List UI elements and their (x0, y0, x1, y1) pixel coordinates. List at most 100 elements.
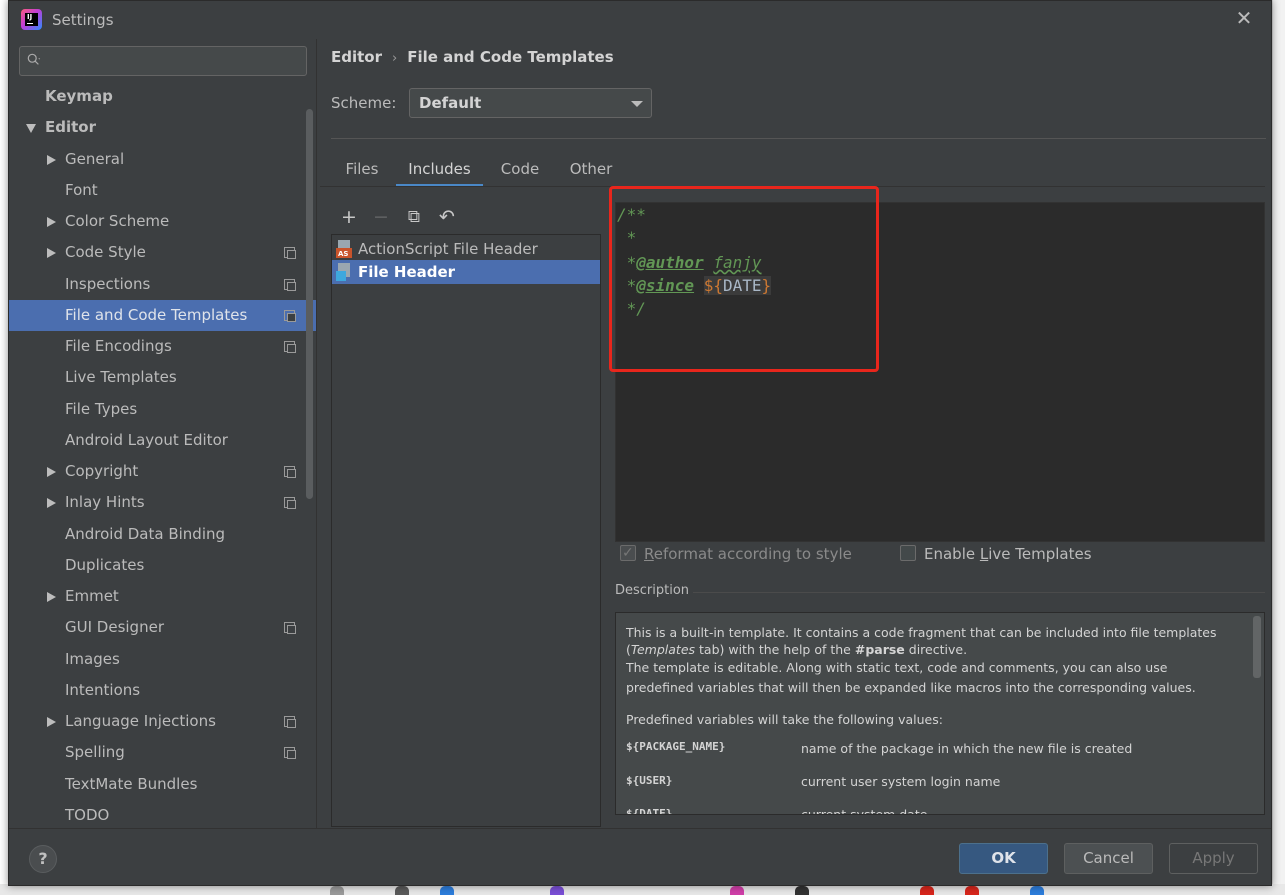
sidebar-item-android-layout-editor[interactable]: Android Layout Editor (9, 425, 316, 456)
taskbar-icon (440, 886, 454, 895)
sidebar-item-font[interactable]: Font (9, 175, 316, 206)
chevron-right-icon[interactable] (47, 592, 56, 602)
breadcrumb-parent[interactable]: Editor (331, 48, 382, 66)
sidebar-item-textmate-bundles[interactable]: TextMate Bundles (9, 769, 316, 800)
sidebar-item-intentions[interactable]: Intentions (9, 675, 316, 706)
description-text: The template is editable. Along with sta… (626, 660, 1168, 675)
apply-button[interactable]: Apply (1169, 843, 1258, 874)
code-line: *@since ${DATE} (617, 276, 772, 295)
sidebar-item-file-encodings[interactable]: File Encodings (9, 331, 316, 362)
ok-button[interactable]: OK (959, 843, 1048, 874)
project-scope-icon (284, 622, 296, 635)
chevron-down-icon[interactable] (26, 124, 36, 134)
template-variable: DATE (722, 276, 762, 295)
sidebar-item-editor[interactable]: Editor (9, 112, 316, 143)
list-item[interactable]: AS ActionScript File Header (332, 237, 600, 261)
sidebar-item-live-templates[interactable]: Live Templates (9, 362, 316, 393)
template-list: AS ActionScript File Header File Header (331, 234, 601, 827)
sidebar-item-language-injections[interactable]: Language Injections (9, 706, 316, 737)
chevron-right-icon[interactable] (47, 467, 56, 477)
template-label: File Header (358, 263, 456, 281)
chevron-right-icon[interactable] (47, 248, 56, 259)
separator (331, 138, 1266, 139)
sidebar-item-label: TextMate Bundles (65, 774, 198, 793)
project-scope-icon (284, 466, 296, 478)
tab-other[interactable]: Other (560, 155, 622, 187)
sidebar-item-label: Live Templates (65, 368, 177, 387)
variable-name: ${USER} (626, 774, 673, 787)
sidebar-item-file-types[interactable]: File Types (9, 394, 316, 425)
sidebar-item-inspections[interactable]: Inspections (9, 269, 316, 300)
variable-name: ${DATE} (626, 807, 673, 815)
reformat-label: Reformat according to style (644, 545, 852, 563)
sidebar-item-label: TODO (65, 805, 110, 824)
sidebar-item-code-style[interactable]: Code Style (9, 237, 316, 268)
sidebar-item-duplicates[interactable]: Duplicates (9, 550, 316, 581)
remove-icon[interactable]: − (368, 203, 394, 231)
sidebar-item-inlay-hints[interactable]: Inlay Hints (9, 487, 316, 518)
sidebar-item-android-data-binding[interactable]: Android Data Binding (9, 519, 316, 550)
variable-name: ${PACKAGE_NAME} (626, 740, 726, 753)
sidebar-item-label: Spelling (65, 743, 125, 762)
sidebar-item-label: File Types (65, 399, 138, 418)
taskbar-icon (1030, 886, 1044, 895)
sidebar-item-label: Duplicates (65, 555, 145, 574)
tab-code[interactable]: Code (493, 155, 547, 187)
sidebar-item-keymap[interactable]: Keymap (9, 81, 316, 112)
sidebar-item-label: Android Layout Editor (65, 430, 228, 449)
checkbox-unchecked-icon (900, 545, 916, 561)
taskbar-icon (550, 886, 564, 895)
sidebar-item-label: Emmet (65, 587, 119, 605)
actionscript-file-icon: AS (336, 240, 352, 258)
sidebar-item-label: Keymap (45, 87, 113, 105)
sidebar-item-spelling[interactable]: Spelling (9, 737, 316, 768)
sidebar-item-label: GUI Designer (65, 618, 164, 637)
scheme-value: Default (419, 94, 482, 112)
reset-icon[interactable]: ↶ (434, 203, 460, 231)
project-scope-icon (284, 309, 296, 322)
svg-text:AS: AS (338, 250, 348, 258)
copy-icon[interactable]: ⧉ (401, 203, 427, 231)
description-text: predefined variables that will then be e… (626, 680, 1196, 695)
sidebar-item-images[interactable]: Images (9, 644, 316, 675)
tree-scrollbar[interactable] (306, 109, 313, 499)
tab-includes[interactable]: Includes (396, 155, 483, 187)
project-scope-icon (284, 716, 296, 728)
sidebar-item-label: Color Scheme (65, 212, 170, 230)
add-icon[interactable]: + (336, 203, 362, 231)
sidebar-item-emmet[interactable]: Emmet (9, 581, 316, 612)
list-item[interactable]: File Header (332, 260, 600, 284)
intellij-logo-icon: IJ (21, 9, 42, 30)
template-editor[interactable]: /** * *@author fanjy *@since ${DATE} */ (615, 202, 1265, 542)
description-panel[interactable]: This is a built-in template. It contains… (615, 612, 1265, 815)
sidebar-item-file-and-code-templates[interactable]: File and Code Templates (9, 299, 316, 331)
tab-files[interactable]: Files (336, 155, 388, 187)
chevron-right-icon[interactable] (47, 217, 56, 227)
description-scrollbar[interactable] (1253, 616, 1261, 678)
cancel-button[interactable]: Cancel (1064, 843, 1153, 874)
help-button[interactable]: ? (29, 845, 57, 873)
sidebar-item-label: Inspections (65, 274, 151, 293)
sidebar-item-general[interactable]: General (9, 144, 316, 175)
chevron-right-icon[interactable] (47, 154, 56, 165)
sidebar-item-gui-designer[interactable]: GUI Designer (9, 612, 316, 643)
close-icon[interactable]: ✕ (1233, 7, 1255, 29)
breadcrumb-current: File and Code Templates (407, 48, 614, 66)
chevron-right-icon[interactable] (47, 717, 56, 727)
template-variable-close: } (761, 276, 772, 295)
chevron-down-icon (631, 101, 643, 107)
sidebar-item-copyright[interactable]: Copyright (9, 456, 316, 487)
checkbox-checked-icon (620, 542, 636, 564)
scheme-dropdown[interactable]: Default (409, 88, 652, 118)
sidebar-item-color-scheme[interactable]: Color Scheme (9, 206, 316, 237)
taskbar-icon (920, 886, 934, 895)
sidebar-item-label: Android Data Binding (65, 524, 226, 543)
project-scope-icon (284, 341, 296, 353)
settings-search-input[interactable] (19, 46, 307, 76)
panel-divider (316, 39, 317, 829)
author-value: fanjy (713, 253, 762, 272)
chevron-right-icon[interactable] (47, 498, 56, 509)
javadoc-tag: @since (636, 276, 695, 295)
code-line: /** (617, 205, 646, 224)
sidebar-item-todo[interactable]: TODO (9, 800, 316, 827)
